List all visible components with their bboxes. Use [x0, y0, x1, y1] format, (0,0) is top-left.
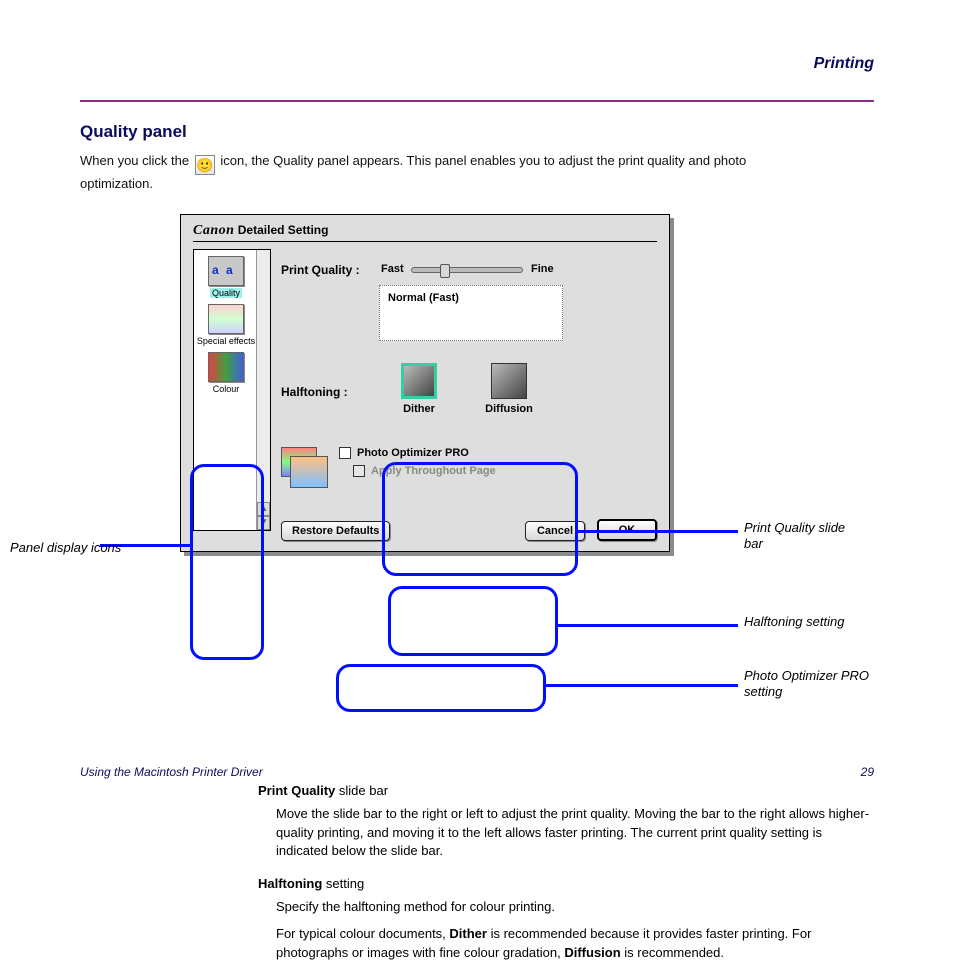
dialog-title: Detailed Setting — [238, 223, 329, 237]
checkbox-icon — [353, 465, 365, 477]
halftoning-label: Halftoning : — [281, 385, 348, 399]
intro-paragraph: When you click the 🙂 icon, the Quality p… — [80, 152, 760, 194]
panel-item-quality[interactable]: Quality — [195, 256, 257, 298]
term-suffix: setting — [322, 876, 364, 891]
halftone-diffusion-option[interactable]: Diffusion — [479, 363, 539, 415]
scroll-down-icon[interactable]: ▼ — [257, 516, 270, 530]
callout-label-photo: Photo Optimizer PRO setting — [744, 668, 904, 701]
page-header-right: Printing — [814, 55, 874, 73]
diffusion-label: Diffusion — [485, 403, 533, 415]
print-quality-description: Move the slide bar to the right or left … — [276, 805, 874, 862]
dither-icon — [401, 363, 437, 399]
panel-list: Quality Special effects Colour ▲ ▼ — [193, 249, 271, 531]
term-print-quality: Print Quality — [258, 783, 335, 798]
text-fragment: is recommended. — [621, 945, 724, 960]
special-effects-icon — [208, 304, 244, 334]
description-text: Print Quality slide bar Move the slide b… — [258, 782, 874, 963]
term-diffusion: Diffusion — [564, 945, 620, 960]
callout-lead — [558, 624, 738, 627]
text-fragment: For typical colour documents, — [276, 926, 449, 941]
checkbox-icon[interactable] — [339, 447, 351, 459]
callout-lead — [546, 684, 738, 687]
photo-optimizer-icon — [281, 447, 317, 477]
divider — [80, 100, 874, 102]
panel-item-special-effects[interactable]: Special effects — [195, 304, 257, 346]
diffusion-icon — [491, 363, 527, 399]
panel-item-colour[interactable]: Colour — [195, 352, 257, 394]
halftoning-description-1: Specify the halftoning method for colour… — [276, 898, 874, 917]
term-dither: Dither — [449, 926, 487, 941]
print-quality-label: Print Quality : — [281, 263, 360, 277]
panel-label-special: Special effects — [197, 336, 255, 346]
quality-icon — [208, 256, 244, 286]
apply-throughout-label: Apply Throughout Page — [371, 465, 496, 477]
panel-scrollbar[interactable]: ▲ ▼ — [256, 250, 270, 530]
panel-label-colour: Colour — [213, 384, 240, 394]
brand-logo: Canon — [193, 223, 234, 238]
slider-thumb[interactable] — [440, 264, 450, 278]
scroll-up-icon[interactable]: ▲ — [257, 502, 270, 516]
restore-defaults-button[interactable]: Restore Defaults — [281, 521, 390, 541]
callout-lead — [578, 530, 738, 533]
halftone-dither-option[interactable]: Dither — [389, 363, 449, 415]
footer-left: Using the Macintosh Printer Driver — [80, 765, 263, 779]
slider-max-label: Fine — [531, 263, 554, 275]
section-title: Quality panel — [80, 122, 874, 142]
cancel-button[interactable]: Cancel — [525, 521, 585, 541]
callout-box-halftoning — [388, 586, 558, 656]
callout-box-photo-optimizer — [336, 664, 546, 712]
halftoning-description-2: For typical colour documents, Dither is … — [276, 925, 874, 963]
callout-label-quality: Print Quality slide bar — [744, 520, 854, 553]
apply-throughout-checkbox-row: Apply Throughout Page — [353, 465, 496, 477]
colour-icon — [208, 352, 244, 382]
intro-pre: When you click the — [80, 153, 193, 168]
footer-page-number: 29 — [861, 765, 874, 779]
term-suffix: slide bar — [335, 783, 388, 798]
quality-panel-icon: 🙂 — [195, 155, 215, 175]
dither-label: Dither — [403, 403, 435, 415]
callout-label-halftoning: Halftoning setting — [744, 614, 854, 630]
print-quality-slider[interactable] — [411, 267, 523, 273]
panel-label-quality: Quality — [210, 288, 242, 298]
term-halftoning: Halftoning — [258, 876, 322, 891]
photo-optimizer-label: Photo Optimizer PRO — [357, 447, 469, 459]
photo-optimizer-checkbox-row[interactable]: Photo Optimizer PRO — [339, 447, 496, 459]
print-quality-readout: Normal (Fast) — [379, 285, 563, 341]
callout-label-panels: Panel display icons — [10, 540, 121, 556]
detailed-setting-dialog: Canon Detailed Setting Quality Special e… — [180, 214, 670, 552]
slider-min-label: Fast — [381, 263, 404, 275]
